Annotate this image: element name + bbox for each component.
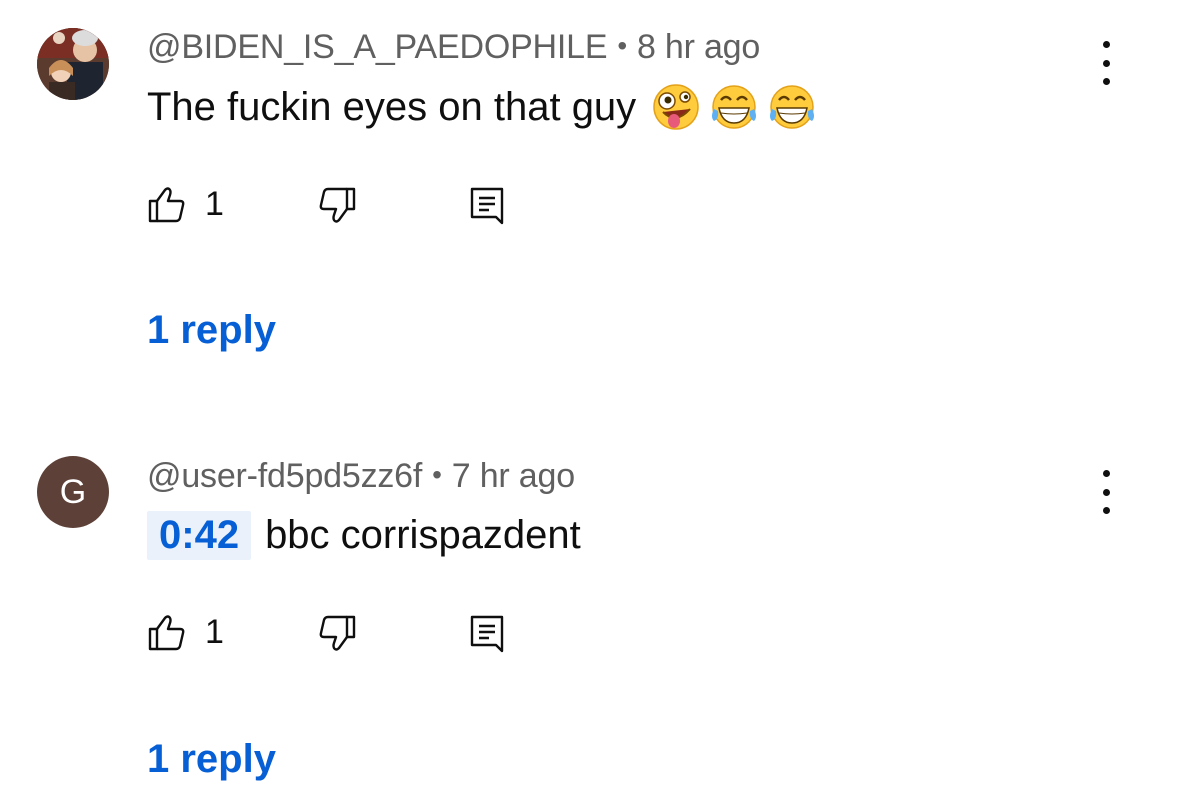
more-vertical-icon [1102, 470, 1110, 477]
avatar-photo-icon [37, 28, 109, 100]
dislike-button[interactable] [317, 186, 357, 231]
meta-separator: • [617, 30, 627, 61]
emoji-row [650, 81, 818, 133]
reply-button[interactable] [467, 614, 507, 659]
avatar[interactable]: G [37, 456, 109, 528]
comment-time: 7 hr ago [451, 457, 575, 495]
zany-face-emoji [653, 84, 699, 130]
like-count: 1 [205, 184, 224, 223]
avatar[interactable] [37, 28, 109, 100]
replies-toggle[interactable]: 1 reply [147, 737, 276, 782]
comment-text: bbc corrispazdent [265, 512, 581, 557]
more-vertical-icon [1102, 41, 1110, 48]
more-dot [1102, 78, 1110, 85]
thumbs-down-icon [319, 187, 356, 223]
like-count: 1 [205, 612, 224, 651]
comment-body: 0:42 bbc corrispazdent [147, 508, 581, 562]
avatar-letter: G [59, 472, 87, 511]
author-name[interactable]: @BIDEN_IS_A_PAEDOPHILE [147, 28, 608, 66]
more-dot [1102, 488, 1110, 496]
thumbs-up-icon [148, 615, 185, 651]
comment-reply-icon [470, 615, 504, 653]
more-options-button[interactable] [1094, 470, 1118, 514]
comment-body: The fuckin eyes on that guy [147, 78, 818, 136]
tears-of-joy-emoji [770, 85, 815, 129]
author-name[interactable]: @user-fd5pd5zz6f [147, 457, 422, 495]
more-dot [1102, 507, 1110, 514]
comment-time: 8 hr ago [636, 28, 761, 66]
comment-meta: @user-fd5pd5zz6f • 7 hr ago [147, 457, 575, 496]
thumbs-down-icon [319, 615, 356, 651]
reply-button[interactable] [467, 186, 507, 231]
more-dot [1102, 59, 1110, 67]
comment-actions: 1 [147, 184, 547, 228]
like-button[interactable]: 1 [147, 612, 224, 652]
like-button[interactable]: 1 [147, 184, 224, 224]
comment-reply-icon [470, 187, 504, 225]
comment-meta: @BIDEN_IS_A_PAEDOPHILE • 8 hr ago [147, 28, 760, 67]
replies-toggle[interactable]: 1 reply [147, 308, 276, 353]
comment-actions: 1 [147, 612, 547, 656]
tears-of-joy-emoji [712, 85, 757, 129]
more-options-button[interactable] [1094, 41, 1118, 85]
comment-text: The fuckin eyes on that guy [147, 84, 637, 129]
dislike-button[interactable] [317, 614, 357, 659]
timestamp-link[interactable]: 0:42 [147, 510, 252, 560]
thumbs-up-icon [148, 187, 185, 223]
meta-separator: • [432, 459, 442, 490]
